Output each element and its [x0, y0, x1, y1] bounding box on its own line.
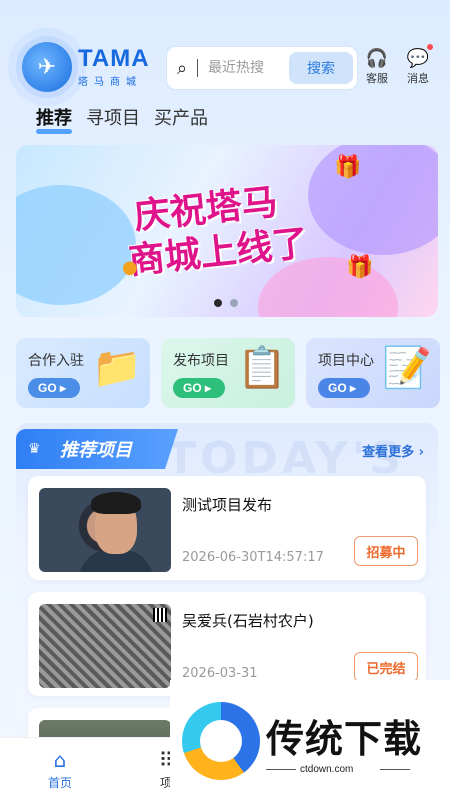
qr-code-icon: [153, 608, 167, 622]
go-button[interactable]: GO ▸: [28, 378, 80, 398]
carousel-dot-active[interactable]: [214, 299, 222, 307]
search-icon: ⌕: [176, 57, 188, 79]
section-title: 推荐项目: [60, 440, 132, 461]
carousel-dot[interactable]: [230, 299, 238, 307]
messages-button[interactable]: 💬 消息: [401, 44, 435, 86]
project-thumbnail: [39, 488, 171, 572]
carousel-indicator[interactable]: [214, 299, 238, 307]
tab-find-projects[interactable]: 寻项目: [86, 104, 140, 136]
category-tabs: 推荐 寻项目 买产品: [36, 104, 208, 136]
go-button[interactable]: GO ▸: [173, 378, 225, 398]
site-watermark-overlay: 传统下载 ctdown.com: [170, 680, 450, 800]
shortcut-partner-join[interactable]: 合作入驻 GO ▸ 📁: [16, 338, 150, 408]
project-title: 测试项目发布: [182, 496, 273, 514]
status-badge: 招募中: [354, 536, 418, 566]
watermark-title: 传统下载: [266, 717, 423, 761]
search-divider: [197, 59, 198, 77]
divider: [380, 769, 410, 770]
view-more-link[interactable]: 查看更多 ›: [362, 441, 424, 460]
watermark-url: ctdown.com: [300, 764, 354, 775]
headset-icon: 🎧: [365, 48, 389, 69]
unread-badge: [427, 44, 433, 50]
crown-icon: ♛: [28, 441, 41, 457]
project-date: 2026-03-31: [182, 666, 258, 681]
banner-decoration: [16, 185, 136, 305]
status-badge: 已完结: [354, 652, 418, 682]
shortcut-publish-project[interactable]: 发布项目 GO ▸ 📋: [161, 338, 295, 408]
project-card[interactable]: 测试项目发布 2026-06-30T14:57:17 招募中: [28, 476, 426, 580]
go-button[interactable]: GO ▸: [318, 378, 370, 398]
logo-inner: [200, 720, 242, 762]
ctdown-logo-icon: [182, 702, 260, 780]
nav-home[interactable]: ⌂ 首页: [30, 746, 90, 791]
brand-logo[interactable]: ✈ TAMA 塔马商城: [22, 42, 150, 92]
document-icon: 📋: [237, 345, 287, 391]
shortcut-project-center[interactable]: 项目中心 GO ▸ 📝: [306, 338, 440, 408]
divider: [266, 769, 296, 770]
gift-icon: 🎁: [346, 255, 374, 280]
promo-banner[interactable]: 庆祝塔马 商城上线了 🎁 🎁 ●: [16, 145, 438, 317]
project-date: 2026-06-30T14:57:17: [182, 550, 324, 565]
project-title: 吴爱兵(石岩村农户): [182, 612, 314, 630]
messages-label: 消息: [407, 72, 429, 85]
logo-text: TAMA 塔马商城: [78, 44, 150, 88]
header: ✈ TAMA 塔马商城 ⌕ 搜索 🎧 客服 💬 消息: [0, 0, 450, 100]
tab-buy-products[interactable]: 买产品: [154, 104, 208, 136]
thumbnail-detail: [91, 492, 141, 514]
search-bar[interactable]: ⌕ 搜索: [166, 46, 358, 90]
shortcut-label: 项目中心: [318, 353, 374, 369]
tama-logo-icon: ✈: [22, 42, 72, 92]
customer-service-label: 客服: [366, 72, 388, 85]
logo-subtitle: 塔马商城: [78, 76, 142, 88]
folder-icon: 📁: [92, 345, 142, 391]
gift-icon: 🎁: [334, 155, 362, 180]
checklist-icon: 📝: [382, 345, 432, 391]
home-icon: ⌂: [53, 748, 67, 772]
logo-brand: TAMA: [78, 44, 150, 72]
shortcut-label: 合作入驻: [28, 353, 84, 369]
tab-recommend[interactable]: 推荐: [36, 104, 72, 136]
shortcut-label: 发布项目: [173, 353, 229, 369]
search-button[interactable]: 搜索: [289, 52, 353, 84]
search-input[interactable]: [208, 60, 288, 76]
coin-icon: ●: [122, 257, 138, 278]
chat-icon: 💬: [406, 48, 430, 69]
project-thumbnail: [39, 604, 171, 688]
customer-service-button[interactable]: 🎧 客服: [360, 48, 394, 86]
section-title-bar: ♛ 推荐项目: [16, 429, 178, 469]
nav-home-label: 首页: [47, 776, 72, 790]
